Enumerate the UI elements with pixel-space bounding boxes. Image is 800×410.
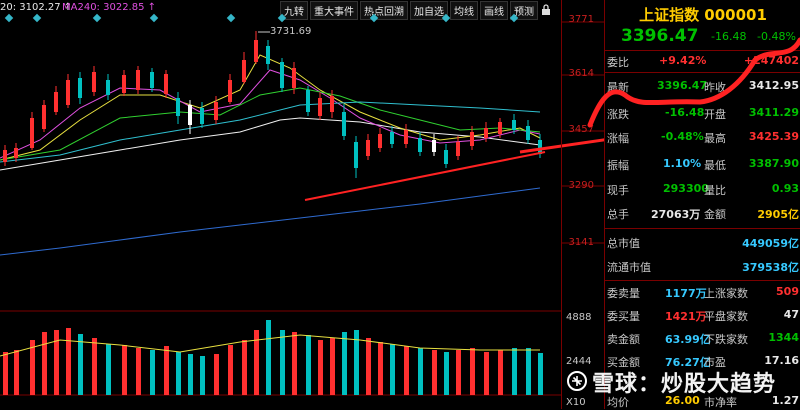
snowball-logo-icon (567, 371, 587, 391)
row-value: 3425.39 (748, 130, 799, 143)
row-value: 0.93 (771, 182, 799, 195)
cap-row: 总市值 449059亿 (605, 233, 800, 251)
row-label: 金额 (704, 208, 726, 221)
volume-axis-tick: X10 (566, 397, 586, 408)
volume-axis-tick: 2444 (566, 356, 592, 367)
price-axis-tick: 3457 (568, 124, 594, 135)
row-label: 下跌家数 (704, 333, 748, 346)
row-label: 最新 (607, 81, 629, 94)
row-label: 涨跌 (607, 108, 629, 121)
quote-row: 涨跌 -16.48 开盘 3411.29 (605, 104, 800, 122)
row-label: 昨收 (704, 81, 726, 94)
price-axis-tick: 3141 (568, 237, 594, 248)
row-label: 卖金额 (607, 333, 640, 346)
watermark-text: 雪球：炒股大趋势 (592, 372, 777, 397)
row-value: 3411.29 (748, 106, 799, 119)
row-label: 涨幅 (607, 132, 629, 145)
row-label: 委卖量 (607, 287, 640, 300)
index-title: 上证指数 000001 (639, 6, 767, 24)
row-value: +9.42% (659, 54, 707, 67)
volume-bars (3, 320, 543, 395)
row-value: -16.48 (665, 106, 705, 119)
stats-row: 委卖量 1177万 上涨家数 509 (605, 283, 800, 301)
kline-svg (0, 21, 604, 396)
row-value: 3396.47 (657, 79, 708, 92)
quote-row: 总手 27063万 金额 2905亿 (605, 204, 800, 222)
trend-line-annotation (304, 151, 546, 201)
kline-chart-area[interactable]: 20: 3102.27 ↑ MA240: 3022.85 ↑ 九转 重大事件 热… (0, 0, 604, 409)
row-value: 2905亿 (757, 208, 799, 221)
row-value: 293300 (663, 182, 709, 195)
divider (605, 280, 800, 281)
volume-axis-tick: 4888 (566, 312, 592, 323)
row-label: 委买量 (607, 310, 640, 323)
ma-long-line (0, 187, 541, 256)
divider (605, 72, 800, 73)
row-value: 1421万 (665, 310, 707, 323)
row-label: 最低 (704, 159, 726, 172)
row-label: 委比 (607, 56, 629, 69)
stock-terminal: 20: 3102.27 ↑ MA240: 3022.85 ↑ 九转 重大事件 热… (0, 0, 800, 409)
cap-value: 449059亿 (742, 237, 799, 250)
divider (605, 228, 800, 229)
row-value: -0.48% (661, 130, 704, 143)
row-value: 47 (783, 308, 799, 321)
row-label: 上涨家数 (704, 287, 748, 300)
stats-row: 卖金额 63.99亿 下跌家数 1344 (605, 329, 800, 347)
index-change: -16.48 (711, 30, 747, 43)
row-label: 总手 (607, 208, 629, 221)
quote-row: 最新 3396.47 昨收 3412.95 (605, 77, 800, 95)
divider (605, 50, 800, 51)
row-label: 振幅 (607, 159, 629, 172)
quote-row: 振幅 1.10% 最低 3387.90 (605, 155, 800, 173)
quote-panel: 上证指数 000001 3396.47 -16.48 -0.48% 委比 +9.… (604, 0, 800, 409)
quote-row: 现手 293300 量比 0.93 (605, 180, 800, 198)
price-axis-tick: 3290 (568, 180, 594, 191)
row-value: 3387.90 (748, 157, 799, 170)
index-last-price: 3396.47 (621, 26, 699, 46)
row-value: 1.10% (663, 157, 702, 170)
stats-row: 委买量 1421万 平盘家数 47 (605, 306, 800, 324)
row-value: 3412.95 (748, 79, 799, 92)
quote-row: 委比 +9.42% +247402 (605, 52, 800, 70)
price-axis-tick: 3771 (568, 14, 594, 25)
row-label: 量比 (704, 184, 726, 197)
row-value: 27063万 (651, 208, 701, 221)
row-value: 1344 (768, 331, 799, 344)
row-value: 509 (776, 285, 799, 298)
cap-label: 流通市值 (607, 261, 651, 274)
row-value: 1177万 (665, 287, 707, 300)
row-label: 最高 (704, 132, 726, 145)
peak-price-label: 3731.69 (270, 26, 312, 37)
row-label: 现手 (607, 184, 629, 197)
cap-value: 379538亿 (742, 261, 799, 274)
price-axis-tick: 3614 (568, 68, 594, 79)
row-label: 平盘家数 (704, 310, 748, 323)
row-label: 开盘 (704, 108, 726, 121)
row-value: +247402 (743, 54, 799, 67)
index-change-pct: -0.48% (757, 30, 796, 43)
axis-divider (561, 0, 562, 409)
cap-label: 总市值 (607, 237, 640, 250)
cap-row: 流通市值 379538亿 (605, 257, 800, 275)
quote-row: 涨幅 -0.48% 最高 3425.39 (605, 128, 800, 146)
